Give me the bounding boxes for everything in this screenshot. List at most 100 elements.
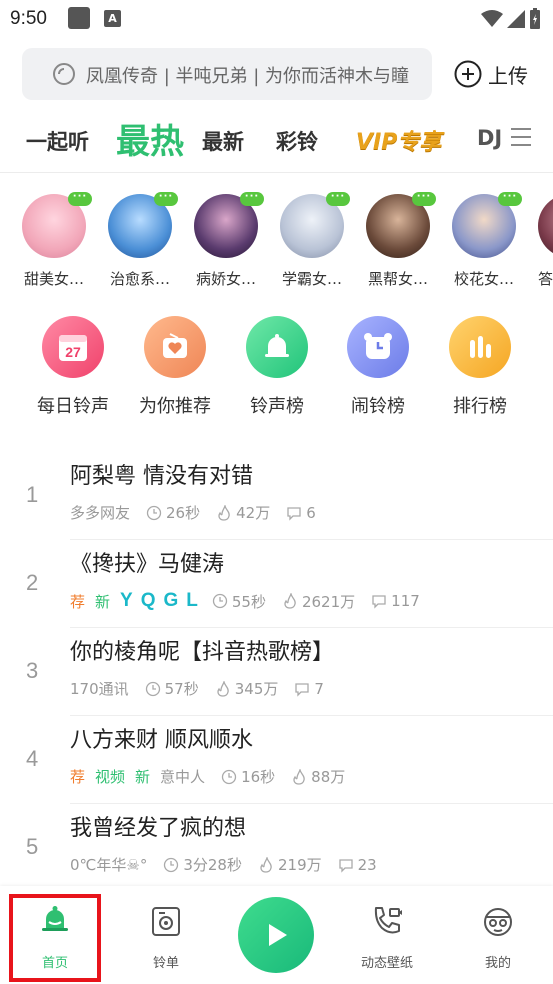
tile-icon-bg	[347, 316, 409, 378]
avatar-label: 治愈系…	[109, 270, 170, 288]
song-author: 0℃年华☠°	[70, 856, 148, 874]
search-icon	[53, 63, 75, 85]
tile-label: 排行榜	[453, 396, 507, 417]
upload-button[interactable]: 上传	[454, 58, 528, 90]
video-tag: 视频	[95, 768, 126, 786]
clock-icon	[145, 681, 160, 696]
avatar-item[interactable]: ··· 病娇女…	[186, 190, 266, 289]
menu-icon[interactable]	[510, 126, 532, 148]
keyboard-a-icon: A	[104, 10, 121, 27]
avatar-item[interactable]: ··· 学霸女…	[272, 190, 352, 289]
svg-text:27: 27	[65, 344, 81, 360]
heart-radio-icon	[163, 333, 187, 358]
chat-badge-icon: ···	[68, 192, 92, 206]
list-item[interactable]: 5 我曾经发了疯的想 0℃年华☠° 3分28秒 219万 23	[0, 804, 553, 892]
song-rank: 1	[26, 482, 39, 507]
music-box-icon	[152, 907, 180, 936]
list-item[interactable]: 2 《搀扶》马健涛 荐 新 YQGL 55秒 2621万 117	[0, 540, 553, 628]
song-meta: 荐 新 YQGL 55秒 2621万 117	[70, 590, 432, 612]
search-input[interactable]: 凤凰传奇 | 半吨兄弟 | 为你而活神木与瞳	[22, 48, 432, 100]
avatar: ···	[366, 192, 436, 258]
avatar-label: 学霸女…	[281, 270, 342, 288]
tile-icon-bg: 27	[42, 316, 104, 378]
avatar: ···	[22, 192, 92, 258]
song-rank: 3	[26, 658, 39, 683]
avatar	[538, 194, 553, 258]
play-icon	[269, 924, 287, 946]
avatar-row: ··· 甜美女… ··· 治愈系… ··· 病娇女… ··· 学霸女… ··· …	[0, 190, 553, 290]
recommend-tag: 荐	[70, 592, 86, 611]
tab-color-ring[interactable]: 彩铃	[276, 126, 318, 156]
chat-badge-icon: ···	[154, 192, 178, 206]
clock-icon	[212, 593, 228, 609]
avatar: ···	[108, 192, 178, 258]
avatar-label: 病娇女…	[195, 270, 256, 288]
avatar-label: 甜美女…	[23, 270, 84, 288]
avatar-item[interactable]: ··· 校花女…	[444, 190, 524, 289]
category-tabs: 一起听 最热 最新 彩铃 VIP专享 DJ	[0, 108, 553, 170]
tile-ranking[interactable]: 排行榜	[430, 316, 530, 418]
author-logo: YQGL	[120, 590, 206, 611]
calendar-icon: 27	[59, 335, 87, 361]
avatar-label: 校花女…	[453, 270, 514, 288]
tile-icon-bg	[246, 316, 308, 378]
song-title: 你的棱角呢【抖音热歌榜】	[70, 640, 335, 665]
song-rank: 5	[26, 834, 39, 859]
list-item[interactable]: 1 阿梨粤 情没有对错 多多网友 26秒 42万 6	[0, 452, 553, 540]
song-duration: 26秒	[166, 504, 201, 522]
tab-dj[interactable]: DJ	[477, 126, 502, 150]
song-title: 《搀扶》马健涛	[70, 552, 225, 577]
tile-recommended[interactable]: 为你推荐	[125, 316, 225, 418]
song-meta: 荐 视频 新 意中人 16秒 88万	[70, 766, 357, 787]
tab-listen-together[interactable]: 一起听	[26, 126, 89, 156]
play-button[interactable]	[238, 897, 314, 973]
nav-me[interactable]: 我的	[453, 904, 543, 971]
song-rank: 4	[26, 746, 39, 771]
song-duration: 3分28秒	[183, 856, 242, 874]
list-item[interactable]: 4 八方来财 顺风顺水 荐 视频 新 意中人 16秒 88万	[0, 716, 553, 804]
nav-live-wallpaper[interactable]: 动态壁纸	[342, 904, 432, 971]
status-bar: 9:50 A	[0, 0, 553, 40]
avatar: ···	[280, 192, 350, 258]
fire-icon	[284, 593, 296, 609]
avatar-item[interactable]: 答	[530, 190, 553, 289]
wifi-icon	[481, 10, 503, 27]
tile-ringtone-chart[interactable]: 铃声榜	[227, 316, 327, 418]
tab-vip[interactable]: VIP专享	[356, 124, 441, 156]
avatar-item[interactable]: ··· 甜美女…	[14, 190, 94, 289]
new-tag: 新	[95, 592, 111, 611]
nav-label: 我的	[484, 956, 511, 971]
tile-label: 铃声榜	[250, 396, 304, 417]
song-title: 八方来财 顺风顺水	[70, 728, 253, 753]
comment-icon	[372, 595, 386, 609]
fire-icon	[293, 768, 305, 785]
nav-label: 动态壁纸	[360, 956, 413, 971]
tile-daily-ringtone[interactable]: 27 每日铃声	[23, 316, 123, 418]
profile-icon	[484, 908, 512, 936]
fire-icon	[260, 856, 272, 873]
song-duration: 55秒	[231, 592, 266, 611]
nav-playlist[interactable]: 铃单	[121, 904, 211, 971]
song-plays: 88万	[311, 768, 346, 786]
fire-icon	[217, 680, 229, 697]
search-placeholder: 凤凰传奇 | 半吨兄弟 | 为你而活神木与瞳	[86, 66, 410, 87]
tile-icon-bg	[449, 316, 511, 378]
chat-badge-icon: ···	[240, 192, 264, 206]
avatar-item[interactable]: ··· 治愈系…	[100, 190, 180, 289]
upload-label: 上传	[488, 63, 528, 88]
avatar-item[interactable]: ··· 黑帮女…	[358, 190, 438, 289]
song-comments: 7	[314, 679, 324, 698]
tab-newest[interactable]: 最新	[202, 126, 244, 156]
signal-icon	[507, 10, 525, 28]
list-item[interactable]: 3 你的棱角呢【抖音热歌榜】 170通讯 57秒 345万 7	[0, 628, 553, 716]
tile-label: 闹铃榜	[351, 396, 405, 417]
song-author: 意中人	[160, 768, 206, 786]
song-comments: 6	[306, 503, 316, 522]
comment-icon	[338, 858, 353, 873]
clock-icon	[221, 769, 237, 784]
song-plays: 2621万	[301, 592, 356, 611]
song-duration: 57秒	[164, 680, 199, 698]
tile-alarm-chart[interactable]: 闹铃榜	[328, 316, 428, 418]
status-icons	[481, 7, 541, 31]
tab-hottest[interactable]: 最热	[116, 114, 184, 163]
